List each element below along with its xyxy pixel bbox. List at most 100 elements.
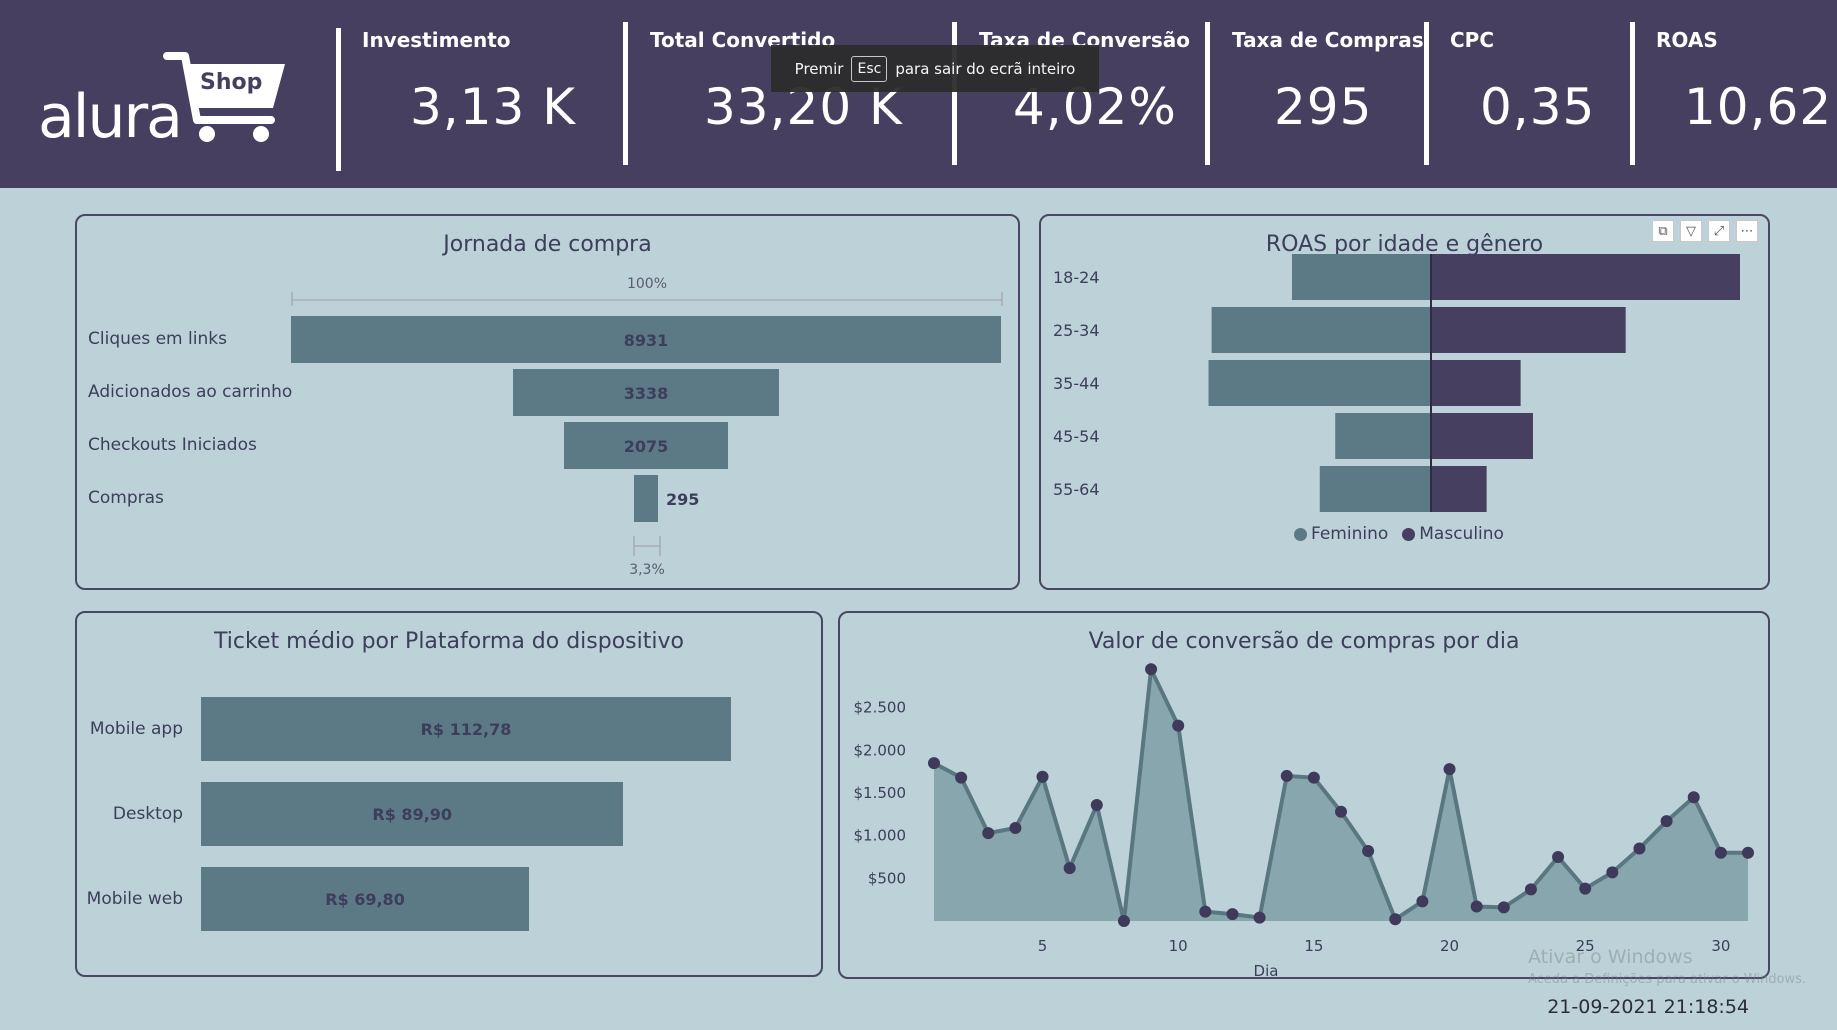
daily-point[interactable] <box>1443 763 1456 776</box>
kpi-value: 3,13 K <box>410 78 577 136</box>
daily-point[interactable] <box>1226 908 1239 921</box>
daily-point[interactable] <box>1389 913 1402 926</box>
ticket-panel[interactable]: Ticket médio por Plataforma do dispositi… <box>75 611 823 977</box>
daily-point[interactable] <box>1416 895 1429 908</box>
daily-conversion-panel[interactable]: Valor de conversão de compras por dia $5… <box>838 611 1770 979</box>
daily-point[interactable] <box>982 827 995 840</box>
daily-point[interactable] <box>1036 770 1049 783</box>
kpi-value: 0,35 <box>1480 78 1596 136</box>
daily-point[interactable] <box>1063 862 1076 875</box>
ticket-value-label: R$ 69,80 <box>325 890 405 909</box>
kpi-label: Investimento <box>362 28 511 52</box>
windows-activation-subtext: Aceda a Definições para ativar o Windows… <box>1528 972 1807 987</box>
roas-bar-masculino[interactable] <box>1431 360 1521 406</box>
kpi-header: alura Shop Investimento 3,13 K Total Con… <box>0 0 1837 188</box>
daily-point[interactable] <box>1552 851 1565 863</box>
daily-point[interactable] <box>1117 915 1130 927</box>
daily-point[interactable] <box>1714 846 1727 859</box>
daily-point[interactable] <box>1362 845 1375 858</box>
daily-point[interactable] <box>1145 663 1158 676</box>
toast-text-before: Premir <box>794 59 844 78</box>
alura-shop-logo: alura Shop <box>38 48 285 152</box>
shopping-cart-icon <box>163 52 285 142</box>
daily-point[interactable] <box>928 757 940 770</box>
kpi-divider <box>623 22 628 165</box>
roas-bar-masculino[interactable] <box>1431 413 1533 459</box>
roas-bar-feminino[interactable] <box>1319 466 1431 512</box>
fullscreen-exit-toast: Premir Esc para sair do ecrã inteiro <box>771 45 1099 92</box>
legend-dot-feminino <box>1294 527 1307 541</box>
roas-bar-feminino[interactable] <box>1291 254 1431 300</box>
kpi-divider <box>952 22 957 165</box>
kpi-taxa-compras: Taxa de Compras 295 <box>1232 28 1424 136</box>
platform-label: Mobile web <box>86 889 183 909</box>
funnel-bottom-bracket: 3,3% <box>629 536 665 578</box>
roas-panel[interactable]: ⧉ ▽ ⤢ ⋯ ROAS por idade e gênero 18-24 25-… <box>1039 214 1770 590</box>
daily-point[interactable] <box>1280 769 1293 782</box>
daily-point[interactable] <box>1172 719 1185 732</box>
daily-point[interactable] <box>1253 911 1266 924</box>
daily-point[interactable] <box>1633 842 1646 855</box>
kpi-label: CPC <box>1450 28 1495 52</box>
legend-label: Feminino <box>1311 524 1389 544</box>
windows-activation-watermark: Ativar o Windows <box>1528 946 1693 968</box>
platform-label: Desktop <box>112 804 183 824</box>
legend-item-feminino[interactable]: Feminino <box>1294 524 1388 544</box>
daily-point[interactable] <box>1579 882 1592 895</box>
roas-bar-feminino[interactable] <box>1211 307 1431 353</box>
panel-title: Jornada de compra <box>443 232 652 257</box>
daily-point[interactable] <box>1470 900 1483 913</box>
y-tick-label: $2.500 <box>854 699 907 717</box>
daily-point[interactable] <box>1687 791 1700 804</box>
legend-dot-masculino <box>1402 527 1416 541</box>
daily-point[interactable] <box>1606 866 1619 879</box>
kpi-value: 295 <box>1274 78 1373 136</box>
funnel-panel[interactable]: Jornada de compra 100% Cliques em links 8… <box>75 214 1020 590</box>
daily-point[interactable] <box>1199 905 1212 918</box>
daily-point[interactable] <box>1524 883 1537 896</box>
age-group-label: 45-54 <box>1053 427 1100 446</box>
y-tick-label: $1.000 <box>854 827 907 845</box>
age-group-label: 25-34 <box>1053 321 1100 340</box>
kpi-divider <box>1630 22 1635 165</box>
x-tick-label: 15 <box>1304 937 1323 955</box>
ticket-value-label: R$ 89,90 <box>372 805 453 824</box>
x-tick-label: 10 <box>1169 937 1188 955</box>
daily-area-fill <box>934 669 1748 921</box>
funnel-value-label: 8931 <box>623 331 669 350</box>
daily-point[interactable] <box>1307 771 1320 784</box>
ticket-value-label: R$ 112,78 <box>420 720 512 739</box>
funnel-value-label: 2075 <box>623 437 669 456</box>
y-tick-label: $2.000 <box>854 741 907 759</box>
funnel-top-pct: 100% <box>627 276 667 292</box>
daily-point[interactable] <box>1497 901 1510 914</box>
age-group-label: 18-24 <box>1053 268 1100 287</box>
daily-point[interactable] <box>1742 846 1754 859</box>
funnel-bar[interactable] <box>634 475 658 522</box>
daily-area-chart: $500$1.000$1.500$2.000$2.5005 10 15 20 25 30D… <box>854 662 1754 977</box>
legend-item-masculino[interactable]: Masculino <box>1402 524 1504 544</box>
roas-bar-masculino[interactable] <box>1431 307 1626 353</box>
funnel-stage-label: Cliques em links <box>88 329 227 349</box>
daily-point[interactable] <box>955 771 968 784</box>
funnel-bottom-pct: 3,3% <box>629 562 665 578</box>
daily-point[interactable] <box>1009 821 1022 834</box>
funnel-stage-label: Compras <box>88 488 164 508</box>
funnel-stage-label: Adicionados ao carrinho <box>88 382 293 402</box>
kpi-roas: ROAS 10,62 <box>1656 28 1832 136</box>
logo-shop-badge: Shop <box>200 70 263 95</box>
roas-bar-feminino[interactable] <box>1208 360 1431 406</box>
kpi-label: ROAS <box>1656 28 1718 52</box>
roas-bar-masculino[interactable] <box>1431 466 1487 512</box>
daily-point[interactable] <box>1090 798 1103 811</box>
funnel-value-label: 295 <box>666 490 700 509</box>
daily-point[interactable] <box>1660 815 1673 828</box>
roas-bar-masculino[interactable] <box>1431 254 1740 300</box>
daily-point[interactable] <box>1335 805 1347 818</box>
platform-label: Mobile app <box>89 719 183 739</box>
kpi-cpc: CPC 0,35 <box>1450 28 1595 136</box>
x-tick-label: 30 <box>1711 937 1730 955</box>
roas-bar-feminino[interactable] <box>1335 413 1431 459</box>
kpi-divider <box>1424 22 1429 165</box>
x-axis-label: Dia <box>1254 962 1279 977</box>
